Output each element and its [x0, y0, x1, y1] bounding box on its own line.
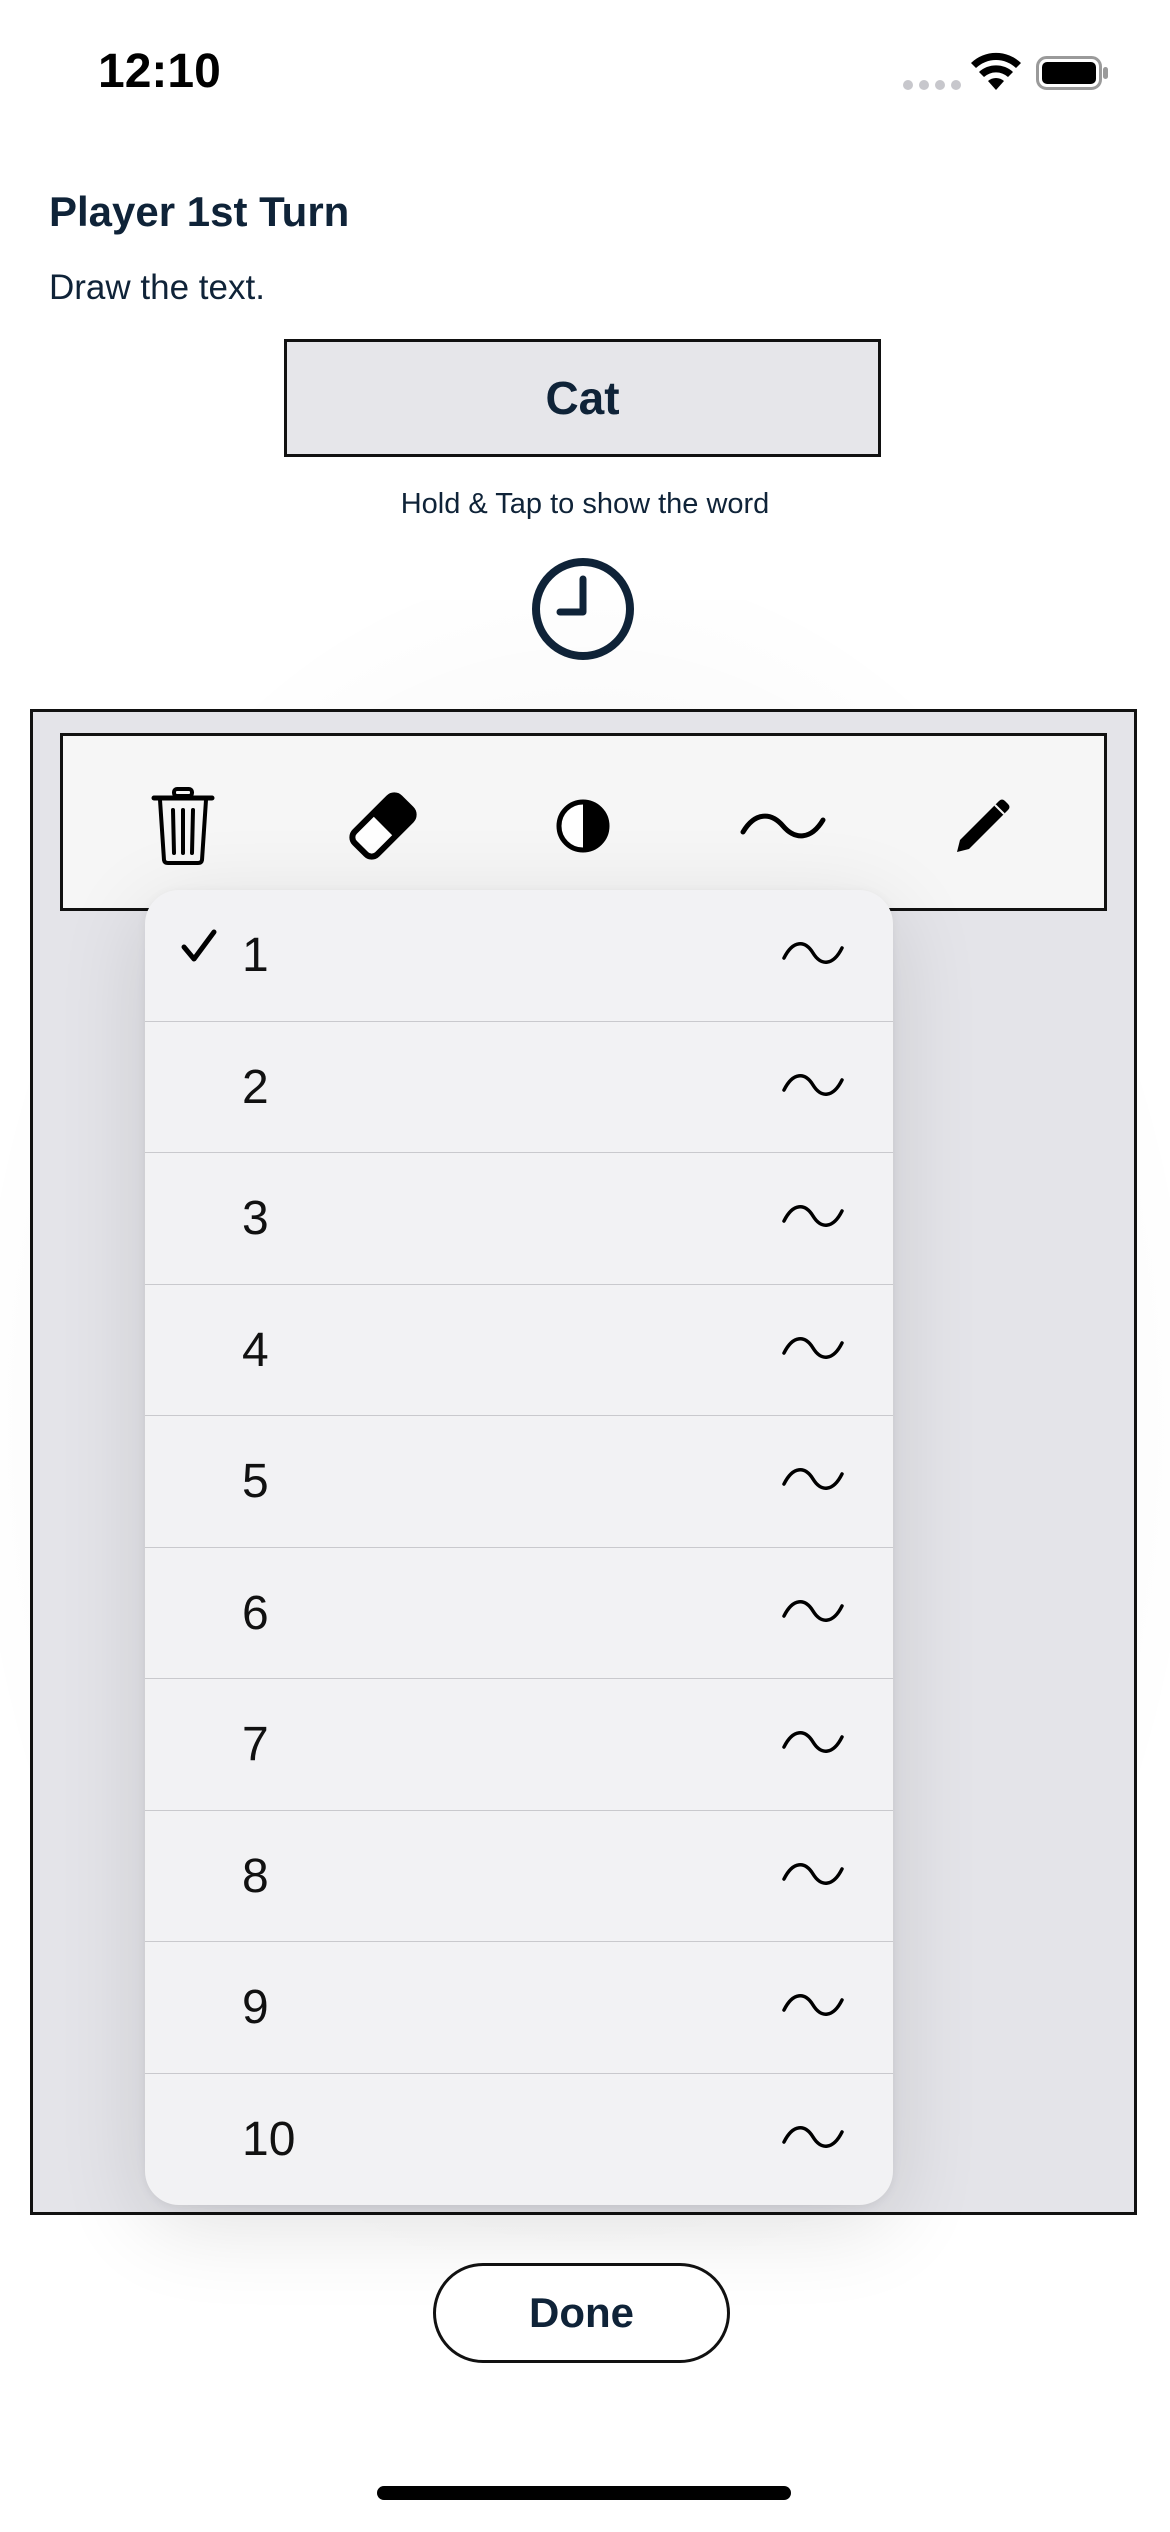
menu-item-9[interactable]: 9 — [145, 1942, 893, 2074]
menu-item-2[interactable]: 2 — [145, 1022, 893, 1153]
squiggle-icon — [781, 1988, 845, 2027]
signal-icon — [903, 80, 961, 90]
squiggle-icon — [781, 1462, 845, 1501]
menu-item-label: 5 — [242, 1455, 269, 1508]
word-card[interactable]: Cat — [284, 339, 881, 457]
menu-item-label: 2 — [242, 1060, 269, 1114]
menu-item-label: 10 — [242, 2112, 296, 2166]
home-indicator[interactable] — [377, 2486, 791, 2500]
squiggle-icon[interactable] — [733, 776, 833, 876]
hint-text: Hold & Tap to show the word — [400, 488, 770, 520]
instruction-text: Draw the text. — [49, 268, 265, 307]
stroke-width-menu: 1 2 3 4 5 6 7 8 9 10 — [145, 890, 893, 2205]
menu-item-7[interactable]: 7 — [145, 1679, 893, 1811]
trash-icon[interactable] — [133, 776, 233, 876]
done-button[interactable]: Done — [433, 2263, 730, 2363]
turn-title: Player 1st Turn — [49, 188, 350, 235]
menu-item-label: 6 — [242, 1586, 269, 1640]
menu-item-3[interactable]: 3 — [145, 1153, 893, 1285]
wifi-icon — [970, 52, 1022, 97]
squiggle-icon — [781, 1857, 845, 1896]
drawing-toolbar — [60, 733, 1107, 911]
menu-item-label: 3 — [242, 1192, 269, 1245]
squiggle-icon — [781, 1199, 845, 1238]
battery-icon — [1036, 56, 1110, 95]
menu-item-1[interactable]: 1 — [145, 890, 893, 1022]
eraser-icon[interactable] — [333, 776, 433, 876]
menu-item-5[interactable]: 5 — [145, 1416, 893, 1548]
menu-item-8[interactable]: 8 — [145, 1811, 893, 1942]
menu-item-label: 7 — [242, 1718, 269, 1771]
squiggle-icon — [781, 2120, 845, 2159]
squiggle-icon — [781, 1331, 845, 1370]
checkmark-icon — [179, 926, 219, 971]
menu-item-label: 9 — [242, 1981, 269, 2034]
contrast-icon[interactable] — [533, 776, 633, 876]
status-time: 12:10 — [98, 45, 221, 98]
squiggle-icon — [781, 1725, 845, 1764]
squiggle-icon — [781, 936, 845, 975]
menu-item-label: 8 — [242, 1849, 269, 1903]
menu-item-label: 4 — [242, 1323, 269, 1377]
squiggle-icon — [781, 1068, 845, 1107]
menu-item-10[interactable]: 10 — [145, 2074, 893, 2206]
squiggle-icon — [781, 1594, 845, 1633]
menu-item-4[interactable]: 4 — [145, 1285, 893, 1416]
menu-item-label: 1 — [242, 929, 269, 982]
menu-item-6[interactable]: 6 — [145, 1548, 893, 1679]
pencil-icon[interactable] — [933, 776, 1033, 876]
